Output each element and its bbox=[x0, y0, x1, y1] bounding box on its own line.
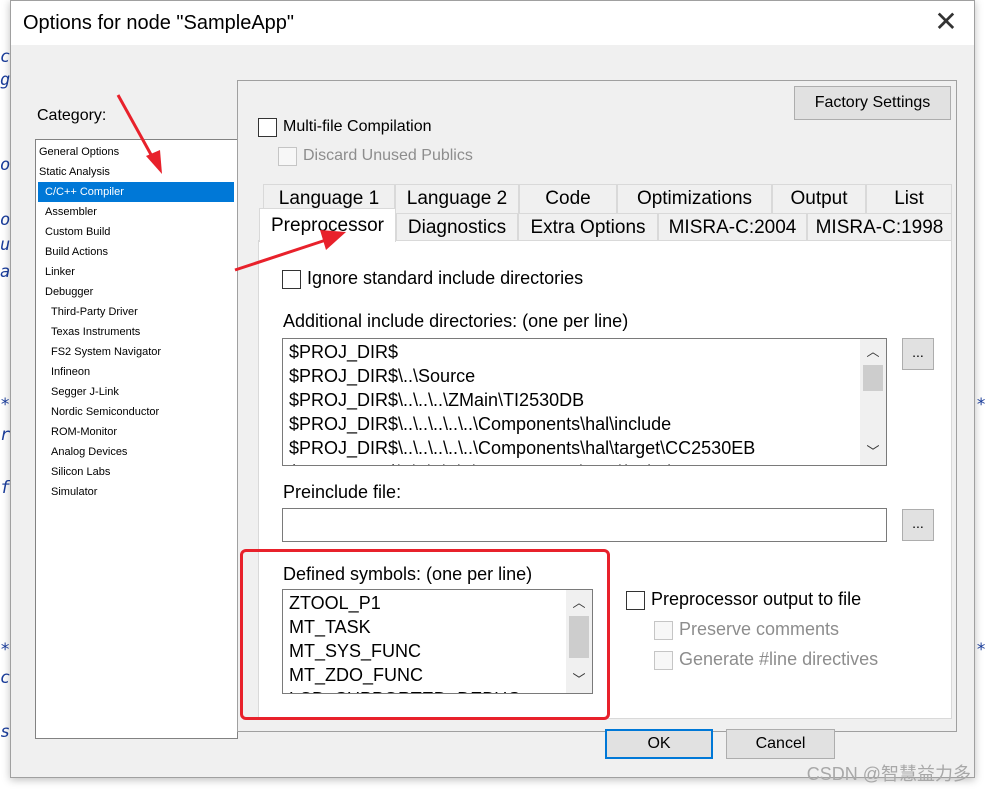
category-item[interactable]: C/C++ Compiler bbox=[38, 182, 234, 202]
category-item[interactable]: Build Actions bbox=[38, 242, 234, 262]
cancel-button[interactable]: Cancel bbox=[726, 729, 835, 759]
bg-code-glyph: * bbox=[976, 640, 985, 660]
include-dirs-scrollbar[interactable]: ︿ ﹀ bbox=[860, 339, 886, 465]
category-item[interactable]: Analog Devices bbox=[38, 442, 234, 462]
include-dir-line: $PROJ_DIR$\..\..\..\..\..\Components\hal… bbox=[289, 438, 756, 458]
defined-symbol-line: MT_ZDO_FUNC bbox=[289, 665, 423, 685]
generate-line-checkbox[interactable] bbox=[654, 651, 673, 670]
bg-code-glyph: s bbox=[0, 722, 11, 742]
scroll-up-icon[interactable]: ︿ bbox=[860, 341, 886, 363]
defined-symbol-line: ZTOOL_P1 bbox=[289, 593, 381, 613]
bg-code-glyph: a bbox=[0, 262, 11, 282]
pp-output-label: Preprocessor output to file bbox=[651, 589, 862, 609]
tab-list[interactable]: List bbox=[866, 184, 952, 213]
bg-code-glyph: * bbox=[0, 395, 11, 415]
category-item[interactable]: Assembler bbox=[38, 202, 234, 222]
include-dir-line: $PROJ_DIR$\..\..\..\ZMain\TI2530DB bbox=[289, 390, 585, 410]
multi-file-checkbox[interactable] bbox=[258, 118, 277, 137]
bg-code-glyph: c bbox=[0, 668, 11, 688]
include-dirs-label: Additional include directories: (one per… bbox=[283, 311, 629, 331]
defined-symbol-line: LCD_SUPPORTED=DEBUG bbox=[283, 687, 592, 693]
defined-symbol-line: MT_TASK bbox=[289, 617, 371, 637]
tab-misra-c-2004[interactable]: MISRA-C:2004 bbox=[658, 213, 807, 242]
defined-symbols-label: Defined symbols: (one per line) bbox=[283, 564, 533, 584]
preinclude-label: Preinclude file: bbox=[283, 482, 402, 502]
tab-language-2[interactable]: Language 2 bbox=[395, 184, 519, 213]
tab-diagnostics[interactable]: Diagnostics bbox=[396, 213, 518, 242]
category-item[interactable]: Linker bbox=[38, 262, 234, 282]
tab-output[interactable]: Output bbox=[772, 184, 866, 213]
category-item[interactable]: FS2 System Navigator bbox=[38, 342, 234, 362]
preserve-comments-checkbox[interactable] bbox=[654, 621, 673, 640]
preinclude-browse-button[interactable]: ... bbox=[902, 509, 934, 541]
category-item[interactable]: General Options bbox=[38, 142, 234, 162]
category-item[interactable]: ROM-Monitor bbox=[38, 422, 234, 442]
include-dirs-textarea[interactable]: $PROJ_DIR$ $PROJ_DIR$\..\Source $PROJ_DIR$… bbox=[282, 338, 887, 466]
factory-settings-button[interactable]: Factory Settings bbox=[794, 86, 951, 120]
pp-output-checkbox[interactable] bbox=[626, 591, 645, 610]
category-item[interactable]: Static Analysis bbox=[38, 162, 234, 182]
tab-extra-options[interactable]: Extra Options bbox=[518, 213, 658, 242]
include-dir-line: $PROJ_DIR$\..\Source bbox=[289, 366, 476, 386]
bg-code-glyph: f bbox=[0, 478, 11, 498]
include-dir-line: $PROJ_DIR$ bbox=[289, 342, 399, 362]
discard-unused-label: Discard Unused Publics bbox=[303, 147, 473, 164]
bg-code-glyph: * bbox=[976, 395, 985, 415]
category-list[interactable]: General Options Static Analysis C/C++ Comp… bbox=[35, 139, 238, 739]
category-item[interactable]: Infineon bbox=[38, 362, 234, 382]
scroll-up-icon[interactable]: ︿ bbox=[566, 592, 592, 614]
category-item[interactable]: Silicon Labs bbox=[38, 462, 234, 482]
scroll-down-icon[interactable]: ﹀ bbox=[566, 669, 592, 691]
watermark: CSDN @智慧益力多 bbox=[806, 764, 971, 784]
category-item[interactable]: Third-Party Driver bbox=[38, 302, 234, 322]
bg-code-glyph: r bbox=[0, 425, 11, 445]
include-dir-line: $PROJ_DIR$\..\..\..\..\..\Components\hal… bbox=[289, 414, 672, 434]
preinclude-input[interactable] bbox=[282, 508, 887, 542]
bg-code-glyph: * bbox=[0, 640, 11, 660]
category-label: Category: bbox=[37, 107, 107, 124]
defined-symbols-textarea[interactable]: ZTOOL_P1 MT_TASK MT_SYS_FUNC MT_ZDO_FUNC LCD… bbox=[282, 589, 593, 694]
bg-code-glyph: o bbox=[0, 210, 11, 230]
category-item[interactable]: Debugger bbox=[38, 282, 234, 302]
category-item[interactable]: Simulator bbox=[38, 482, 234, 502]
title-bar[interactable]: Options for node "SampleApp" ✕ bbox=[11, 1, 974, 45]
tab-preprocessor[interactable]: Preprocessor bbox=[259, 208, 396, 242]
ignore-std-checkbox[interactable] bbox=[282, 270, 301, 289]
category-item[interactable]: Custom Build bbox=[38, 222, 234, 242]
bg-code-glyph: u bbox=[0, 235, 11, 255]
bg-code-glyph: c bbox=[0, 47, 11, 67]
multi-file-label: Multi-file Compilation bbox=[283, 118, 432, 135]
close-icon[interactable]: ✕ bbox=[932, 8, 960, 37]
preserve-comments-label: Preserve comments bbox=[679, 619, 840, 639]
tab-misra-c-1998[interactable]: MISRA-C:1998 bbox=[807, 213, 952, 242]
include-dir-line: $PROJ_DIR$\..\..\..\..\..\Components\mac… bbox=[283, 460, 886, 465]
tab-optimizations[interactable]: Optimizations bbox=[617, 184, 772, 213]
generate-line-label: Generate #line directives bbox=[679, 649, 879, 669]
dialog-title: Options for node "SampleApp" bbox=[23, 12, 295, 34]
ok-button[interactable]: OK bbox=[605, 729, 713, 759]
discard-unused-checkbox[interactable] bbox=[278, 147, 297, 166]
scroll-thumb[interactable] bbox=[863, 365, 883, 391]
scroll-thumb[interactable] bbox=[569, 616, 589, 658]
category-item[interactable]: Texas Instruments bbox=[38, 322, 234, 342]
bg-code-glyph: g bbox=[0, 70, 11, 90]
bg-code-glyph: o bbox=[0, 155, 11, 175]
defined-symbol-line: MT_SYS_FUNC bbox=[289, 641, 422, 661]
category-item[interactable]: Nordic Semiconductor bbox=[38, 402, 234, 422]
include-dirs-browse-button[interactable]: ... bbox=[902, 338, 934, 370]
defined-symbols-scrollbar[interactable]: ︿ ﹀ bbox=[566, 590, 592, 693]
tab-code[interactable]: Code bbox=[519, 184, 617, 213]
scroll-down-icon[interactable]: ﹀ bbox=[860, 441, 886, 463]
category-item[interactable]: Segger J-Link bbox=[38, 382, 234, 402]
ignore-std-label: Ignore standard include directories bbox=[307, 268, 584, 288]
